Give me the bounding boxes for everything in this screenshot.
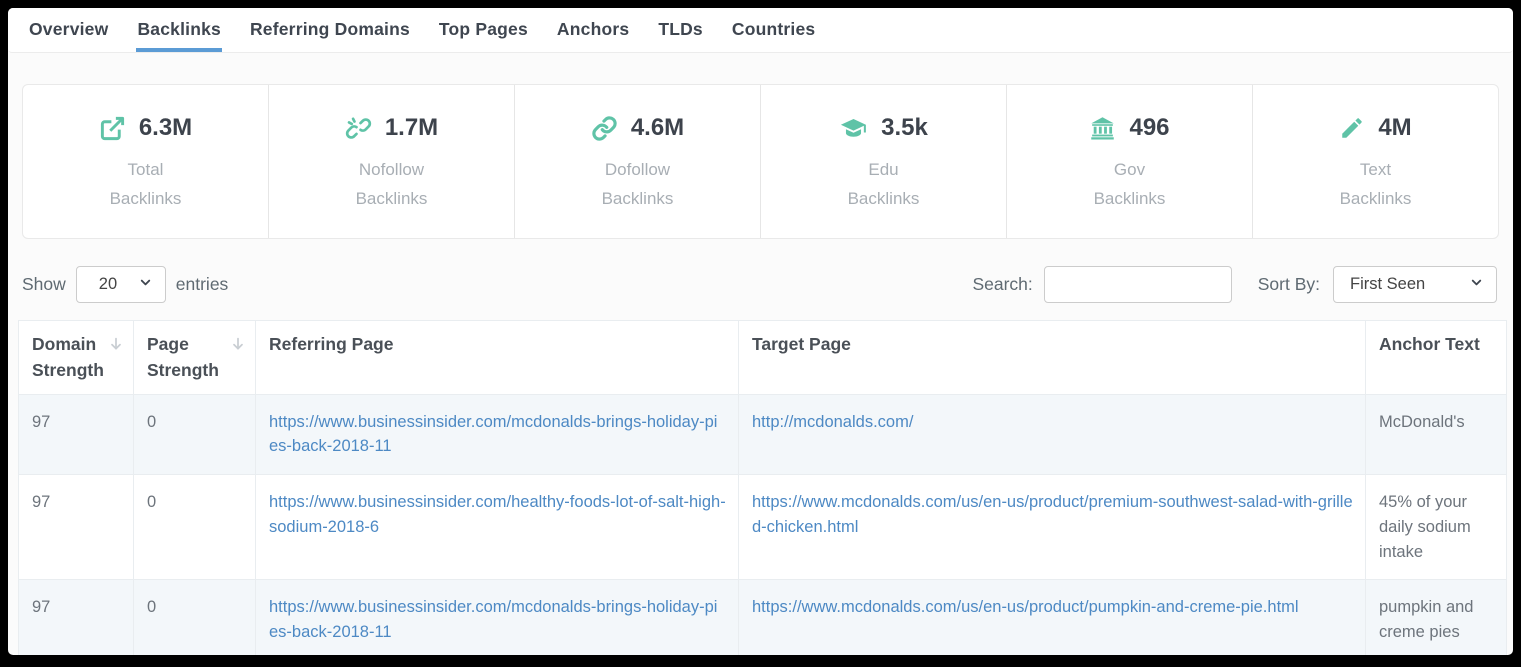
anchor-text-cell: pumpkin and creme pies xyxy=(1366,580,1507,655)
stat-label-line1: Nofollow xyxy=(356,156,428,184)
graduation-cap-icon xyxy=(839,115,868,142)
page-strength-cell: 0 xyxy=(134,580,256,655)
stat-text-backlinks: 4M Text Backlinks xyxy=(1253,85,1498,238)
external-link-icon xyxy=(99,115,126,142)
sort-by-value: First Seen xyxy=(1350,275,1425,294)
backlinks-summary-card: 6.3M Total Backlinks 1.7M xyxy=(22,84,1499,239)
stat-nofollow-backlinks: 1.7M Nofollow Backlinks xyxy=(269,85,515,238)
tab-overview[interactable]: Overview xyxy=(28,9,109,52)
table-row: 97 0 https://www.businessinsider.com/mcd… xyxy=(19,580,1507,655)
anchor-text-cell: 45% of your daily sodium intake xyxy=(1366,475,1507,580)
stat-label-line2: Backlinks xyxy=(110,185,182,213)
page-size-select[interactable]: 20 xyxy=(76,266,166,303)
stat-value: 4M xyxy=(1378,114,1411,142)
tab-anchors[interactable]: Anchors xyxy=(556,9,630,52)
chevron-down-icon xyxy=(1469,275,1484,295)
search-label: Search: xyxy=(972,274,1032,295)
stat-value: 4.6M xyxy=(631,114,684,142)
domain-strength-cell: 97 xyxy=(19,580,134,655)
table-row: 97 0 https://www.businessinsider.com/mcd… xyxy=(19,394,1507,475)
stat-label-line1: Dofollow xyxy=(602,156,674,184)
tab-top-pages[interactable]: Top Pages xyxy=(438,9,529,52)
stat-label-line2: Backlinks xyxy=(1094,185,1166,213)
stat-gov-backlinks: 496 Gov Backlinks xyxy=(1007,85,1253,238)
pencil-icon xyxy=(1339,115,1365,141)
stat-value: 1.7M xyxy=(385,114,438,142)
app-screen: Overview Backlinks Referring Domains Top… xyxy=(8,8,1513,655)
stat-dofollow-backlinks: 4.6M Dofollow Backlinks xyxy=(515,85,761,238)
backlinks-table: Domain Strength Page Strength Referring … xyxy=(18,320,1503,655)
referring-page-link[interactable]: https://www.businessinsider.com/mcdonald… xyxy=(269,413,717,456)
target-page-link[interactable]: https://www.mcdonalds.com/us/en-us/produ… xyxy=(752,493,1353,536)
bank-icon xyxy=(1089,115,1116,142)
sort-down-icon[interactable] xyxy=(108,333,124,359)
stat-label-line1: Gov xyxy=(1094,156,1166,184)
stat-total-backlinks: 6.3M Total Backlinks xyxy=(23,85,269,238)
table-controls: Show 20 entries Search: Sort By: First S… xyxy=(22,266,1497,303)
stat-label-line2: Backlinks xyxy=(1340,185,1412,213)
col-header-page-strength[interactable]: Page Strength xyxy=(134,321,256,395)
tab-tlds[interactable]: TLDs xyxy=(657,9,704,52)
report-tabbar: Overview Backlinks Referring Domains Top… xyxy=(8,8,1513,53)
col-header-domain-strength[interactable]: Domain Strength xyxy=(19,321,134,395)
col-header-referring-page: Referring Page xyxy=(256,321,739,395)
screenshot-frame: Overview Backlinks Referring Domains Top… xyxy=(0,0,1521,667)
sort-by-select[interactable]: First Seen xyxy=(1333,266,1497,303)
entries-label: entries xyxy=(176,274,229,295)
tab-backlinks[interactable]: Backlinks xyxy=(136,9,222,52)
target-page-link[interactable]: http://mcdonalds.com/ xyxy=(752,413,913,431)
sort-down-icon[interactable] xyxy=(230,333,246,359)
broken-link-icon xyxy=(345,115,372,142)
show-label: Show xyxy=(22,274,66,295)
stat-label-line1: Total xyxy=(110,156,182,184)
stat-value: 3.5k xyxy=(881,114,928,142)
stat-label-line2: Backlinks xyxy=(602,185,674,213)
stat-label-line2: Backlinks xyxy=(356,185,428,213)
domain-strength-cell: 97 xyxy=(19,394,134,475)
referring-page-link[interactable]: https://www.businessinsider.com/mcdonald… xyxy=(269,598,717,641)
referring-page-link[interactable]: https://www.businessinsider.com/healthy-… xyxy=(269,493,726,536)
stat-label-line1: Edu xyxy=(848,156,920,184)
stat-value: 496 xyxy=(1129,114,1169,142)
stat-label-line2: Backlinks xyxy=(848,185,920,213)
col-header-target-page: Target Page xyxy=(739,321,1366,395)
stat-label-line1: Text xyxy=(1340,156,1412,184)
tab-countries[interactable]: Countries xyxy=(731,9,816,52)
chevron-down-icon xyxy=(138,275,153,295)
target-page-link[interactable]: https://www.mcdonalds.com/us/en-us/produ… xyxy=(752,598,1299,616)
search-input[interactable] xyxy=(1044,266,1232,303)
page-strength-cell: 0 xyxy=(134,475,256,580)
table-header-row: Domain Strength Page Strength Referring … xyxy=(19,321,1507,395)
table-row: 97 0 https://www.businessinsider.com/hea… xyxy=(19,475,1507,580)
col-header-anchor-text: Anchor Text xyxy=(1366,321,1507,395)
tab-referring-domains[interactable]: Referring Domains xyxy=(249,9,411,52)
anchor-text-cell: McDonald's xyxy=(1366,394,1507,475)
page-strength-cell: 0 xyxy=(134,394,256,475)
stat-edu-backlinks: 3.5k Edu Backlinks xyxy=(761,85,1007,238)
domain-strength-cell: 97 xyxy=(19,475,134,580)
page-size-value: 20 xyxy=(99,275,117,294)
chain-link-icon xyxy=(591,115,618,142)
stat-value: 6.3M xyxy=(139,114,192,142)
sort-by-label: Sort By: xyxy=(1258,274,1320,295)
